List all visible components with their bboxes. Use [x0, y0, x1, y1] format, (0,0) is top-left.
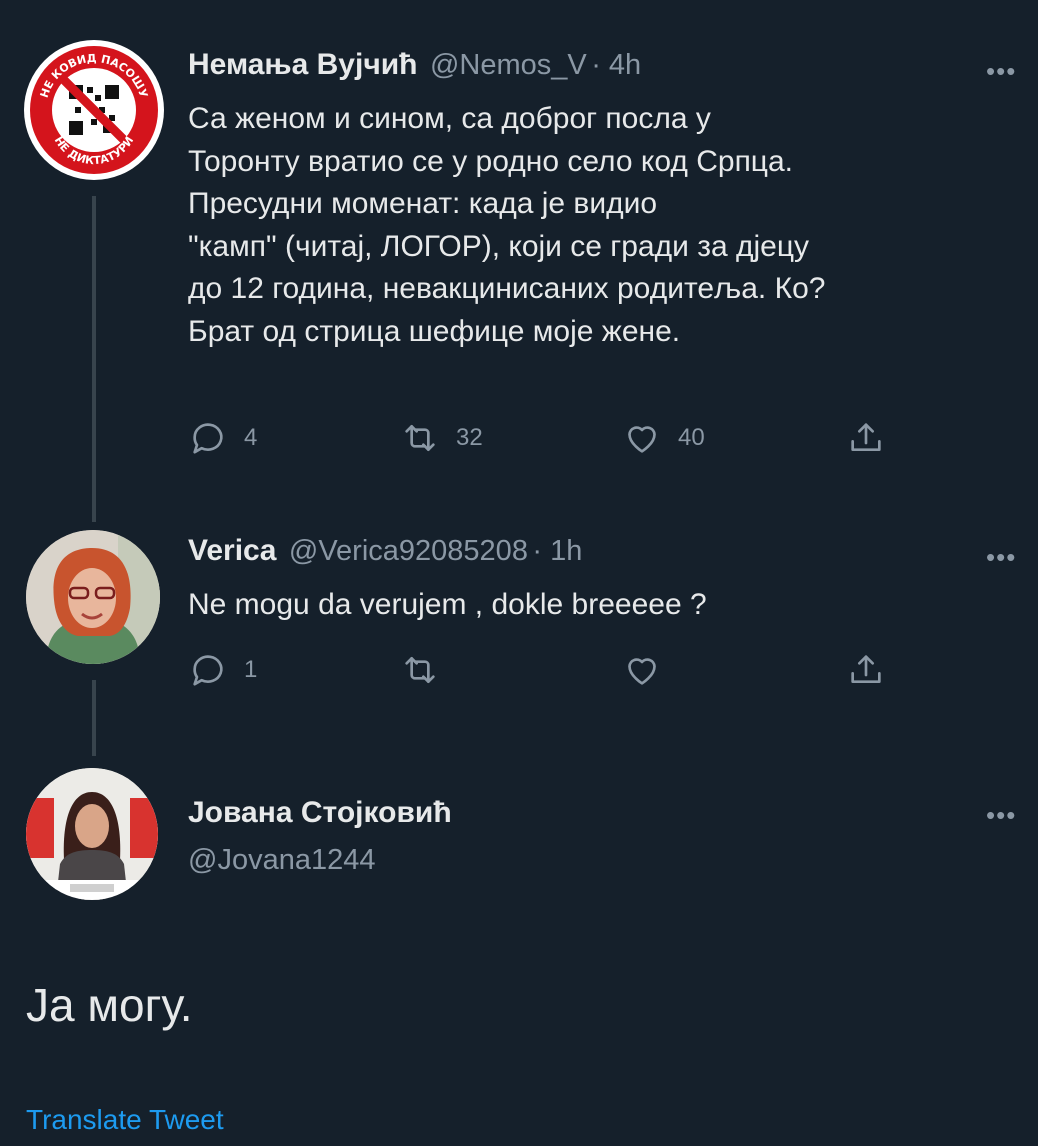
- retweet-icon: [405, 657, 435, 683]
- avatar-photo: [26, 530, 160, 664]
- more-options-icon[interactable]: •••: [986, 800, 1016, 831]
- thread-line: [92, 196, 96, 522]
- tweet-header: Немања Вујчић @Nemos_V · 4h: [188, 48, 641, 82]
- retweet-icon: [405, 425, 435, 451]
- avatar-nemanja[interactable]: НЕ КОВИД ПАСОШУ НЕ ДИКТАТУРИ: [24, 40, 164, 180]
- like-button[interactable]: [622, 650, 662, 690]
- share-icon: [851, 423, 881, 451]
- author-handle[interactable]: @Verica92085208: [289, 535, 528, 567]
- avatar-verica[interactable]: [26, 530, 160, 664]
- tweet-header: Verica @Verica92085208 · 1h: [188, 534, 582, 568]
- tweet-text: Ne mogu da verujem , dokle breeeee ?: [188, 588, 707, 621]
- heart-icon: [628, 426, 656, 453]
- heart-icon: [628, 658, 656, 685]
- tweet-time[interactable]: · 4h: [591, 49, 641, 81]
- share-button[interactable]: [846, 418, 886, 458]
- reply-icon: [193, 655, 223, 686]
- more-options-icon[interactable]: •••: [986, 542, 1016, 573]
- tweet-line: Брат од стрица шефице моје жене.: [188, 314, 681, 348]
- author-name[interactable]: Verica: [188, 534, 276, 567]
- avatar-photo: [26, 768, 158, 900]
- share-button[interactable]: [846, 650, 886, 690]
- thread-line: [92, 680, 96, 756]
- more-options-icon[interactable]: •••: [986, 56, 1016, 87]
- avatar-jovana[interactable]: [26, 768, 158, 900]
- retweet-count: 32: [456, 424, 483, 451]
- tweet-line: до 12 година, невакцинисаних родитеља. К…: [188, 272, 826, 305]
- like-count: 40: [678, 424, 705, 451]
- tweet-line: Торонту вратио се у родно село код Српца…: [188, 144, 794, 178]
- translate-tweet-link[interactable]: Translate Tweet: [26, 1104, 224, 1136]
- main-tweet-text: Ја могу.: [26, 979, 193, 1031]
- retweet-button[interactable]: 32: [400, 418, 483, 458]
- reply-count: 1: [244, 656, 258, 683]
- reply-count: 4: [244, 424, 258, 451]
- author-handle[interactable]: @Jovana1244: [188, 844, 375, 877]
- retweet-button[interactable]: [400, 650, 440, 690]
- tweet-line: Пресудни моменат: када је видио: [188, 187, 658, 220]
- no-covid-pass-logo: НЕ КОВИД ПАСОШУ НЕ ДИКТАТУРИ: [30, 46, 158, 174]
- reply-button[interactable]: 1: [188, 650, 257, 690]
- author-name[interactable]: Немања Вујчић: [188, 48, 418, 81]
- reply-button[interactable]: 4: [188, 418, 257, 458]
- author-name[interactable]: Јована Стојковић: [188, 796, 452, 830]
- reply-icon: [193, 423, 223, 454]
- share-icon: [851, 655, 881, 683]
- tweet-line: Са женом и сином, са доброг посла у: [188, 102, 711, 135]
- author-handle[interactable]: @Nemos_V: [430, 49, 587, 81]
- like-button[interactable]: 40: [622, 418, 705, 458]
- tweet-line: "камп" (читај, ЛОГОР), који се гради за …: [188, 229, 810, 263]
- tweet-text: Са женом и сином, са доброг посла у Торо…: [188, 98, 1034, 353]
- tweet-time[interactable]: · 1h: [532, 535, 582, 567]
